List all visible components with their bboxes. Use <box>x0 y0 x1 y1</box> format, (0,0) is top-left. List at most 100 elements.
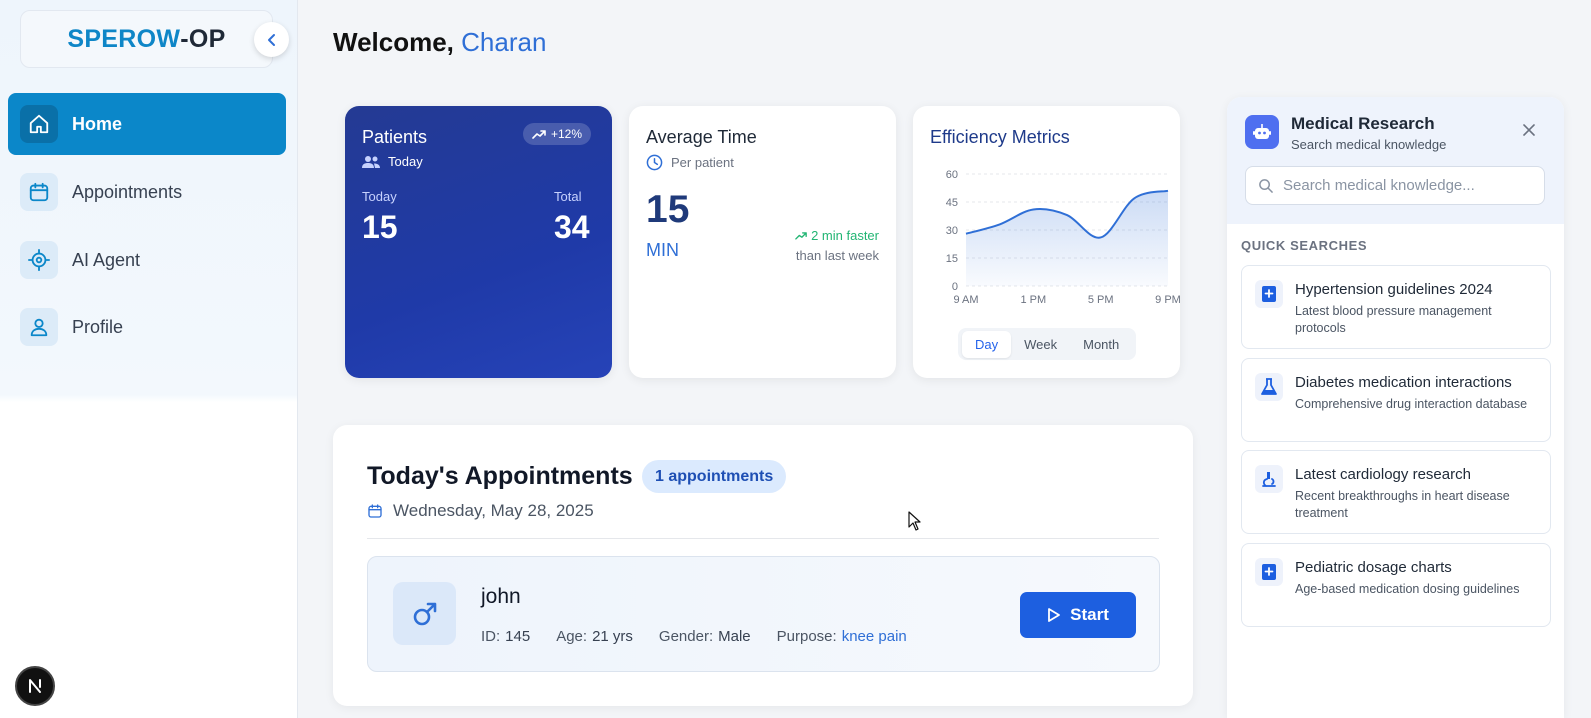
start-appointment-button[interactable]: Start <box>1020 592 1136 638</box>
sidebar-item-label: Home <box>72 113 123 134</box>
total-label: Total <box>554 189 582 204</box>
sidebar: SPEROW -OP Home Appointments AI Agent Pro… <box>0 0 298 718</box>
quick-search-item[interactable]: Pediatric dosage charts Age-based medica… <box>1241 543 1551 627</box>
n-logo-icon <box>29 679 41 693</box>
improvement-indicator: 2 min faster <box>795 228 879 243</box>
patient-age-value: 21 yrs <box>592 628 633 645</box>
quick-search-title: Latest cardiology research <box>1295 466 1471 483</box>
average-time-unit: MIN <box>646 240 679 260</box>
patient-id-label: ID: <box>481 628 501 645</box>
robot-icon <box>1245 115 1279 149</box>
patient-age-label: Age: <box>556 628 588 645</box>
patient-id-value: 145 <box>505 628 531 645</box>
close-research-button[interactable] <box>1520 121 1538 139</box>
efficiency-chart: 0 15 30 45 60 9 AM 1 PM 5 PM 9 PM <box>946 169 1180 306</box>
patient-gender-label: Gender: <box>658 628 714 645</box>
efficiency-title: Efficiency Metrics <box>930 127 1070 147</box>
page-title: Welcome, Charan <box>333 27 546 58</box>
start-button-label: Start <box>1070 605 1109 624</box>
chevron-left-icon <box>267 33 275 46</box>
average-time-value: 15 <box>646 188 690 231</box>
divider <box>367 538 1159 539</box>
patients-subtitle: Today <box>362 154 423 169</box>
patient-name: john <box>481 585 521 608</box>
clock-icon <box>646 154 663 171</box>
y-tick-label: 60 <box>946 169 958 181</box>
patient-id: ID: 145 <box>481 628 530 645</box>
x-tick-label: 9 PM <box>1155 294 1180 306</box>
patient-meta: ID: 145 Age: 21 yrs Gender: Male Purpose: kn… <box>481 628 907 645</box>
today-count: 15 <box>362 209 398 245</box>
period-tab-week[interactable]: Week <box>1011 331 1070 358</box>
quick-search-item[interactable]: Hypertension guidelines 2024 Latest bloo… <box>1241 265 1551 349</box>
trending-up-icon <box>795 232 807 240</box>
logo-text-primary: SPEROW <box>67 24 181 53</box>
patients-subtitle-text: Today <box>388 154 423 169</box>
appointments-date: Wednesday, May 28, 2025 <box>367 501 594 521</box>
book-plus-icon <box>1255 280 1283 308</box>
x-tick-label: 5 PM <box>1088 294 1114 306</box>
y-tick-label: 0 <box>952 281 958 293</box>
quick-search-description: Comprehensive drug interaction database <box>1295 397 1528 411</box>
average-time-subtitle-text: Per patient <box>671 155 734 170</box>
medical-research-panel: Medical Research Search medical knowledg… <box>1227 97 1564 718</box>
period-tab-day[interactable]: Day <box>962 330 1012 358</box>
search-icon <box>1259 179 1273 193</box>
appointment-row[interactable]: john ID: 145 Age: 21 yrs Gender: Male Purpo… <box>367 556 1160 672</box>
nextjs-dev-badge[interactable] <box>15 666 55 706</box>
average-time-card: Average Time Per patient 15 MIN 2 min fa… <box>629 106 896 378</box>
sidebar-item-label: Profile <box>72 316 124 337</box>
calendar-icon <box>20 173 58 211</box>
quick-search-description: Age-based medication dosing guidelines <box>1295 582 1520 596</box>
quick-search-item[interactable]: Diabetes medication interactions Compreh… <box>1241 358 1551 442</box>
book-plus-icon <box>1255 558 1283 586</box>
research-subtitle: Search medical knowledge <box>1291 137 1447 152</box>
patient-gender: Gender: Male <box>659 628 751 645</box>
play-icon <box>1048 608 1061 622</box>
sidebar-item-profile[interactable]: Profile <box>8 296 286 358</box>
x-tick-label: 1 PM <box>1020 294 1046 306</box>
quick-search-title: Hypertension guidelines 2024 <box>1295 281 1493 298</box>
quick-search-title: Pediatric dosage charts <box>1295 559 1452 576</box>
today-label: Today <box>362 189 397 204</box>
user-icon <box>20 308 58 346</box>
sidebar-item-appointments[interactable]: Appointments <box>8 161 286 223</box>
patient-purpose-value: knee pain <box>841 628 907 645</box>
y-tick-label: 30 <box>946 225 958 237</box>
y-tick-label: 15 <box>946 253 958 265</box>
patients-card-title: Patients <box>362 127 428 147</box>
sidebar-item-label: AI Agent <box>72 249 141 270</box>
logo[interactable]: SPEROW -OP <box>20 10 273 68</box>
chart-area <box>966 190 1168 286</box>
average-time-title: Average Time <box>646 127 757 147</box>
improvement-text: 2 min faster <box>811 228 879 243</box>
quick-search-title: Diabetes medication interactions <box>1295 374 1512 391</box>
appointments-count-badge: 1 appointments <box>642 460 787 493</box>
quick-search-item[interactable]: Latest cardiology research Recent breakt… <box>1241 450 1551 534</box>
sidebar-item-label: Appointments <box>72 181 183 202</box>
calendar-icon <box>368 504 382 518</box>
sidebar-item-home[interactable]: Home <box>8 93 286 155</box>
search-placeholder: Search medical knowledge... <box>1283 177 1475 194</box>
period-selector: Day Week Month <box>958 328 1137 360</box>
collapse-sidebar-button[interactable] <box>254 22 289 57</box>
quick-search-description: Recent breakthroughs in heart disease tr… <box>1295 489 1510 520</box>
research-search-input[interactable]: Search medical knowledge... <box>1245 166 1545 205</box>
target-icon <box>20 241 58 279</box>
logo-text-secondary: -OP <box>180 24 226 53</box>
total-count: 34 <box>554 209 590 245</box>
welcome-text: Welcome, <box>333 27 462 57</box>
male-gender-icon <box>393 582 456 645</box>
quick-searches-label: QUICK SEARCHES <box>1241 238 1368 253</box>
patient-age: Age: 21 yrs <box>556 628 633 645</box>
appointments-date-text: Wednesday, May 28, 2025 <box>393 501 594 520</box>
home-icon <box>20 105 58 143</box>
trend-badge: +12% <box>523 123 592 145</box>
period-tab-month[interactable]: Month <box>1070 331 1132 358</box>
efficiency-card: Efficiency Metrics 0 15 30 45 60 9 AM 1 PM 5 PM… <box>913 106 1180 378</box>
patient-gender-value: Male <box>718 628 751 645</box>
sidebar-item-ai-agent[interactable]: AI Agent <box>8 229 286 291</box>
user-name: Charan <box>461 27 547 57</box>
trending-up-icon <box>532 130 546 139</box>
appointments-section: Today's Appointments 1 appointments Wedn… <box>333 425 1193 706</box>
